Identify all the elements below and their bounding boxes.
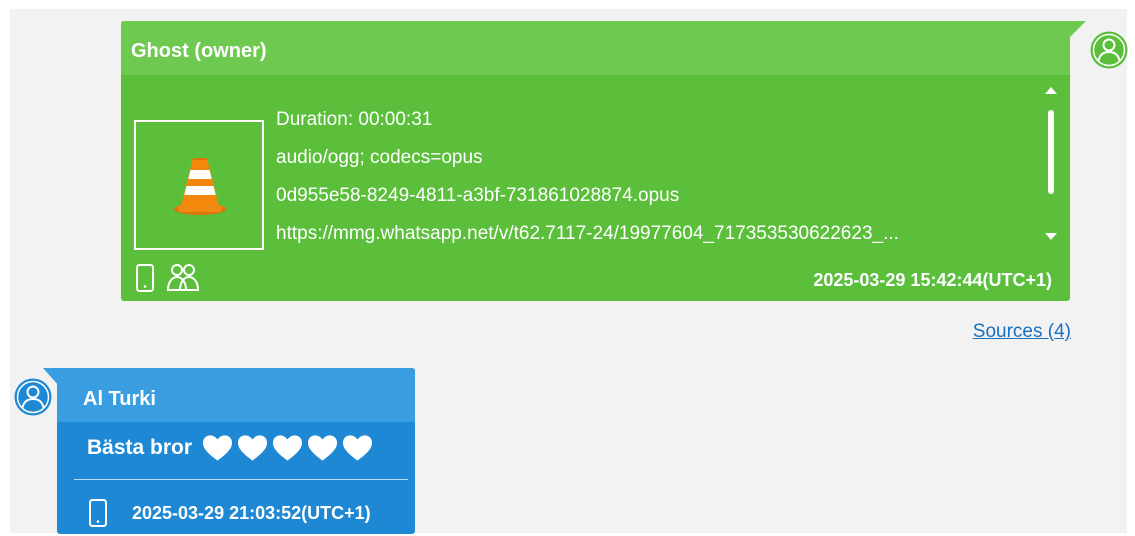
heart-emojis <box>202 434 373 462</box>
attachment-filename: 0d955e58-8249-4811-a3bf-731861028874.opu… <box>276 185 680 206</box>
heart-icon <box>273 435 303 461</box>
owner-footer-icons <box>134 262 200 292</box>
owner-avatar-icon[interactable] <box>1089 30 1129 70</box>
attachment-mime-type: audio/ogg; codecs=opus <box>276 147 483 168</box>
audio-thumbnail[interactable] <box>134 120 264 250</box>
heart-icon <box>238 435 268 461</box>
owner-bubble-tail <box>1068 21 1086 39</box>
incoming-message-bubble[interactable]: Al Turki Bästa bror 2025-03-29 21:03:52(… <box>57 368 415 534</box>
sender-name: Ghost (owner) <box>131 40 267 62</box>
owner-message-bubble[interactable]: Ghost (owner) Duration: 00:00:31 audio/o… <box>121 21 1070 301</box>
scroll-up-arrow[interactable] <box>1045 87 1057 94</box>
phone-icon <box>89 499 107 527</box>
sources-link[interactable]: Sources (4) <box>973 320 1071 344</box>
footer-divider <box>74 479 408 480</box>
message-timestamp: 2025-03-29 21:03:52(UTC+1) <box>132 503 371 523</box>
group-icon <box>167 264 200 291</box>
attachment-duration: Duration: 00:00:31 <box>276 109 433 130</box>
scrollbar-thumb[interactable] <box>1048 110 1054 194</box>
message-text: Bästa bror <box>87 436 193 459</box>
vlc-cone-icon <box>174 158 226 215</box>
sender-name: Al Turki <box>83 388 156 410</box>
heart-icon <box>343 435 373 461</box>
attachment-url[interactable]: https://mmg.whatsapp.net/v/t62.7117-24/1… <box>276 215 1036 253</box>
heart-icon <box>203 435 233 461</box>
message-body: Bästa bror <box>87 434 373 462</box>
phone-icon <box>136 264 154 292</box>
heart-icon <box>308 435 338 461</box>
owner-message-header: Ghost (owner) <box>121 21 1070 75</box>
message-timestamp: 2025-03-29 15:42:44(UTC+1) <box>813 270 1052 290</box>
scroll-down-arrow[interactable] <box>1045 233 1057 240</box>
incoming-message-header: Al Turki <box>57 368 415 422</box>
attachment-details: Duration: 00:00:31 audio/ogg; codecs=opu… <box>276 101 1036 253</box>
